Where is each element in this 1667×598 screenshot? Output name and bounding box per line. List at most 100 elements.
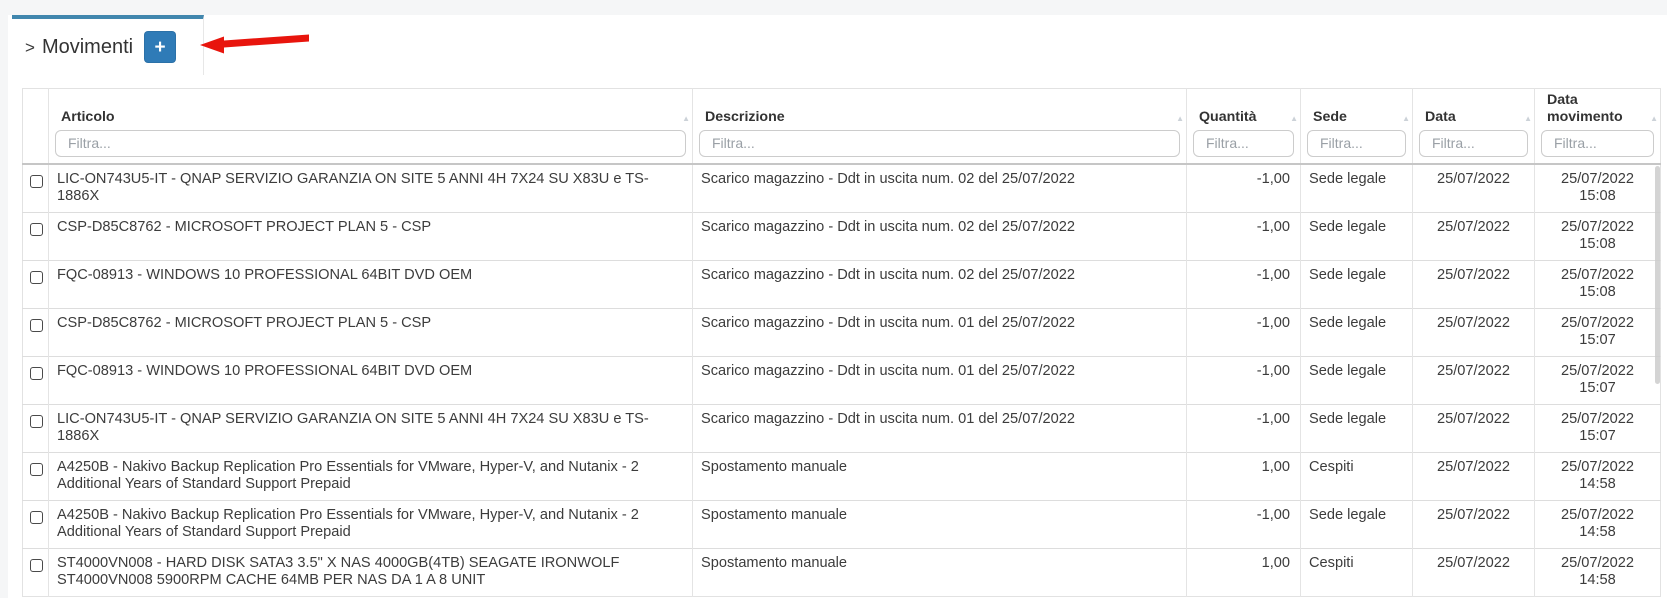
- sede-cell: Sede legale: [1301, 212, 1413, 260]
- data-movimento-time: 14:58: [1543, 524, 1652, 542]
- column-label: Quantità: [1199, 109, 1294, 126]
- data-cell: 25/07/2022: [1413, 500, 1535, 548]
- annotation-arrow: [196, 30, 321, 60]
- data-movimento-date: 25/07/2022: [1543, 363, 1652, 381]
- row-checkbox[interactable]: [30, 175, 43, 188]
- articolo-cell: CSP-D85C8762 - MICROSOFT PROJECT PLAN 5 …: [49, 212, 693, 260]
- sede-cell: Sede legale: [1301, 260, 1413, 308]
- sort-caret-icon[interactable]: ▲: [682, 115, 690, 123]
- data-movimento-cell: 25/07/2022 15:08: [1535, 212, 1661, 260]
- data-movimento-date: 25/07/2022: [1543, 555, 1652, 573]
- descrizione-cell: Scarico magazzino - Ddt in uscita num. 0…: [693, 212, 1187, 260]
- filter-input-data[interactable]: [1419, 130, 1528, 157]
- tab-movimenti[interactable]: > Movimenti +: [12, 15, 204, 75]
- data-cell: 25/07/2022: [1413, 548, 1535, 596]
- data-cell: 25/07/2022: [1413, 164, 1535, 213]
- table-row: CSP-D85C8762 - MICROSOFT PROJECT PLAN 5 …: [23, 212, 1661, 260]
- filter-input-quantita[interactable]: [1193, 130, 1294, 157]
- descrizione-cell: Scarico magazzino - Ddt in uscita num. 0…: [693, 164, 1187, 213]
- table-row: A4250B - Nakivo Backup Replication Pro E…: [23, 500, 1661, 548]
- data-cell: 25/07/2022: [1413, 260, 1535, 308]
- quantita-cell: 1,00: [1187, 548, 1301, 596]
- filter-input-articolo[interactable]: [55, 130, 686, 157]
- column-label: Articolo: [61, 109, 686, 126]
- header-checkbox-cell: [23, 89, 49, 164]
- checkbox-cell: [23, 164, 49, 213]
- row-checkbox[interactable]: [30, 415, 43, 428]
- data-movimento-date: 25/07/2022: [1543, 171, 1652, 189]
- sort-caret-icon[interactable]: ▲: [1524, 115, 1532, 123]
- filter-input-data-movimento[interactable]: [1541, 130, 1654, 157]
- sede-cell: Cespiti: [1301, 452, 1413, 500]
- column-header-quantita: Quantità ▲: [1187, 89, 1301, 164]
- table-scrollbar-thumb[interactable]: [1655, 166, 1660, 384]
- data-movimento-time: 15:08: [1543, 236, 1652, 254]
- row-checkbox[interactable]: [30, 559, 43, 572]
- data-movimento-date: 25/07/2022: [1543, 315, 1652, 333]
- data-cell: 25/07/2022: [1413, 356, 1535, 404]
- descrizione-cell: Spostamento manuale: [693, 452, 1187, 500]
- page-left-strip: [0, 15, 8, 598]
- row-checkbox[interactable]: [30, 367, 43, 380]
- data-movimento-cell: 25/07/2022 14:58: [1535, 452, 1661, 500]
- sort-caret-icon[interactable]: ▲: [1176, 115, 1184, 123]
- table-row: FQC-08913 - WINDOWS 10 PROFESSIONAL 64BI…: [23, 356, 1661, 404]
- data-movimento-time: 15:08: [1543, 284, 1652, 302]
- movements-table: Articolo ▲ Descrizione ▲ Quantità ▲ Sede…: [22, 88, 1661, 597]
- descrizione-cell: Scarico magazzino - Ddt in uscita num. 0…: [693, 260, 1187, 308]
- sede-cell: Sede legale: [1301, 500, 1413, 548]
- articolo-cell: A4250B - Nakivo Backup Replication Pro E…: [49, 452, 693, 500]
- column-label: Data: [1425, 109, 1528, 126]
- data-movimento-date: 25/07/2022: [1543, 507, 1652, 525]
- descrizione-cell: Spostamento manuale: [693, 548, 1187, 596]
- data-movimento-cell: 25/07/2022 15:08: [1535, 260, 1661, 308]
- row-checkbox[interactable]: [30, 223, 43, 236]
- data-movimento-time: 15:07: [1543, 380, 1652, 398]
- row-checkbox[interactable]: [30, 511, 43, 524]
- data-cell: 25/07/2022: [1413, 212, 1535, 260]
- articolo-cell: ST4000VN008 - HARD DISK SATA3 3.5" X NAS…: [49, 548, 693, 596]
- data-movimento-cell: 25/07/2022 15:07: [1535, 308, 1661, 356]
- quantita-cell: -1,00: [1187, 260, 1301, 308]
- data-movimento-time: 15:08: [1543, 188, 1652, 206]
- row-checkbox[interactable]: [30, 463, 43, 476]
- sede-cell: Sede legale: [1301, 404, 1413, 452]
- column-label: Sede: [1313, 109, 1406, 126]
- quantita-cell: 1,00: [1187, 452, 1301, 500]
- row-checkbox[interactable]: [30, 271, 43, 284]
- articolo-cell: LIC-ON743U5-IT - QNAP SERVIZIO GARANZIA …: [49, 404, 693, 452]
- data-movimento-date: 25/07/2022: [1543, 411, 1652, 429]
- filter-input-descrizione[interactable]: [699, 130, 1180, 157]
- descrizione-cell: Scarico magazzino - Ddt in uscita num. 0…: [693, 308, 1187, 356]
- data-movimento-cell: 25/07/2022 14:58: [1535, 500, 1661, 548]
- collapse-chevron-icon: >: [25, 38, 35, 58]
- row-checkbox[interactable]: [30, 319, 43, 332]
- data-movimento-time: 15:07: [1543, 332, 1652, 350]
- articolo-cell: FQC-08913 - WINDOWS 10 PROFESSIONAL 64BI…: [49, 260, 693, 308]
- column-label: Descrizione: [705, 109, 1180, 126]
- checkbox-cell: [23, 548, 49, 596]
- quantita-cell: -1,00: [1187, 308, 1301, 356]
- column-header-sede: Sede ▲: [1301, 89, 1413, 164]
- table-row: CSP-D85C8762 - MICROSOFT PROJECT PLAN 5 …: [23, 308, 1661, 356]
- sede-cell: Sede legale: [1301, 308, 1413, 356]
- data-movimento-date: 25/07/2022: [1543, 267, 1652, 285]
- table-row: LIC-ON743U5-IT - QNAP SERVIZIO GARANZIA …: [23, 164, 1661, 213]
- add-movement-button[interactable]: +: [144, 31, 176, 63]
- data-movimento-time: 14:58: [1543, 572, 1652, 590]
- data-movimento-cell: 25/07/2022 15:07: [1535, 404, 1661, 452]
- filter-input-sede[interactable]: [1307, 130, 1406, 157]
- sort-caret-icon[interactable]: ▲: [1290, 115, 1298, 123]
- sort-caret-icon[interactable]: ▲: [1402, 115, 1410, 123]
- checkbox-cell: [23, 500, 49, 548]
- checkbox-cell: [23, 404, 49, 452]
- quantita-cell: -1,00: [1187, 404, 1301, 452]
- checkbox-cell: [23, 212, 49, 260]
- descrizione-cell: Scarico magazzino - Ddt in uscita num. 0…: [693, 356, 1187, 404]
- sort-caret-icon[interactable]: ▲: [1650, 115, 1658, 123]
- checkbox-cell: [23, 260, 49, 308]
- data-cell: 25/07/2022: [1413, 308, 1535, 356]
- quantita-cell: -1,00: [1187, 356, 1301, 404]
- quantita-cell: -1,00: [1187, 500, 1301, 548]
- quantita-cell: -1,00: [1187, 164, 1301, 213]
